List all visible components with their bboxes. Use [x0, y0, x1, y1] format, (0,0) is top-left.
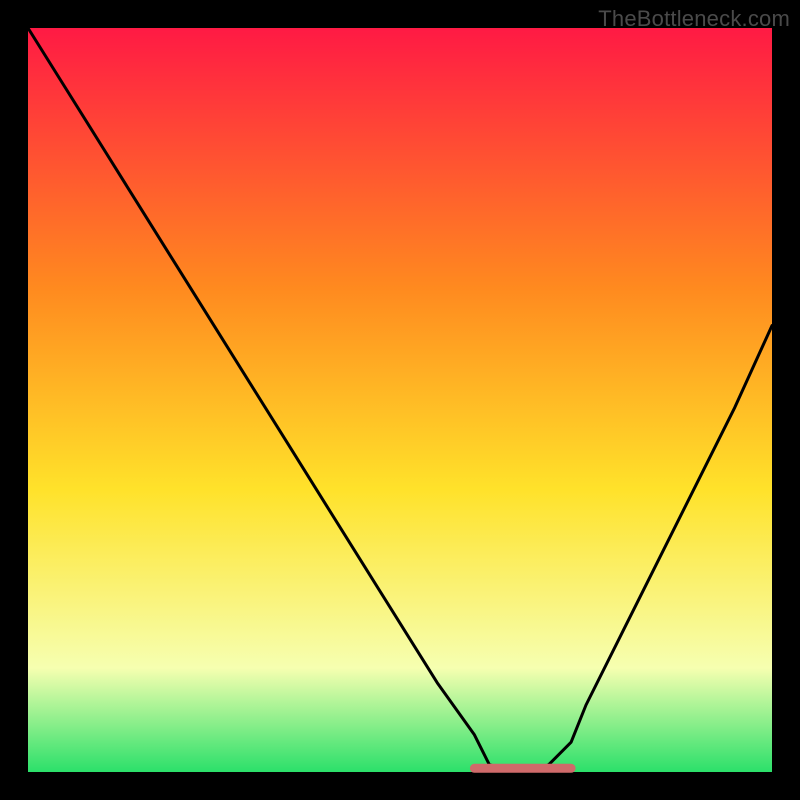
chart-stage: TheBottleneck.com — [0, 0, 800, 800]
watermark-text: TheBottleneck.com — [598, 6, 790, 32]
bottleneck-chart — [0, 0, 800, 800]
plot-area — [28, 28, 772, 772]
